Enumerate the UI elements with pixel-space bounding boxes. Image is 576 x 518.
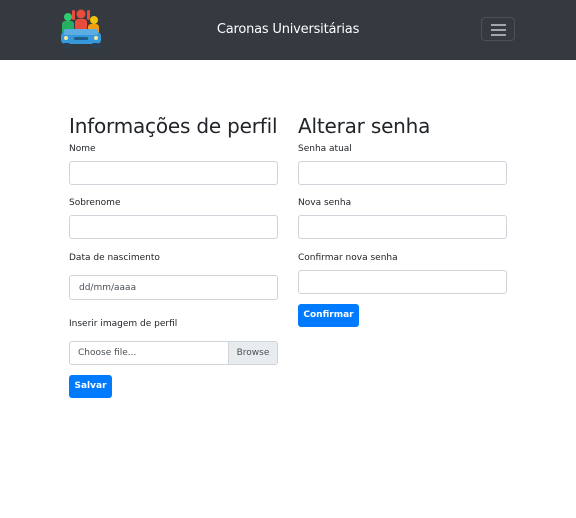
last-name-label: Sobrenome [69, 198, 121, 208]
navbar: Caronas Universitárias [0, 0, 576, 60]
current-password-field[interactable] [298, 161, 507, 185]
file-name-placeholder: Choose file... [78, 348, 137, 358]
profile-image-file-input[interactable]: Choose file... Browse [69, 341, 278, 365]
last-name-field[interactable] [69, 215, 278, 239]
browse-button[interactable]: Browse [228, 342, 277, 364]
birthdate-placeholder: dd/mm/aaaa [79, 283, 137, 293]
first-name-field[interactable] [69, 161, 278, 185]
profile-form: Informações de perfil Nome Sobrenome Dat… [69, 114, 279, 398]
new-password-field[interactable] [298, 215, 507, 239]
menu-toggle-button[interactable] [481, 17, 515, 41]
save-button[interactable]: Salvar [69, 375, 112, 398]
birthdate-label: Data de nascimento [69, 253, 160, 263]
birthdate-field[interactable]: dd/mm/aaaa [69, 275, 278, 300]
confirm-password-label: Confirmar nova senha [298, 253, 398, 263]
confirm-password-field[interactable] [298, 270, 507, 294]
first-name-label: Nome [69, 144, 96, 154]
profile-image-label: Inserir imagem de perfil [69, 319, 178, 329]
password-heading: Alterar senha [298, 114, 431, 138]
confirm-password-button[interactable]: Confirmar [298, 304, 359, 327]
current-password-label: Senha atual [298, 144, 352, 154]
password-form: Alterar senha Senha atual Nova senha Con… [298, 114, 508, 327]
profile-heading: Informações de perfil [69, 114, 278, 138]
new-password-label: Nova senha [298, 198, 352, 208]
